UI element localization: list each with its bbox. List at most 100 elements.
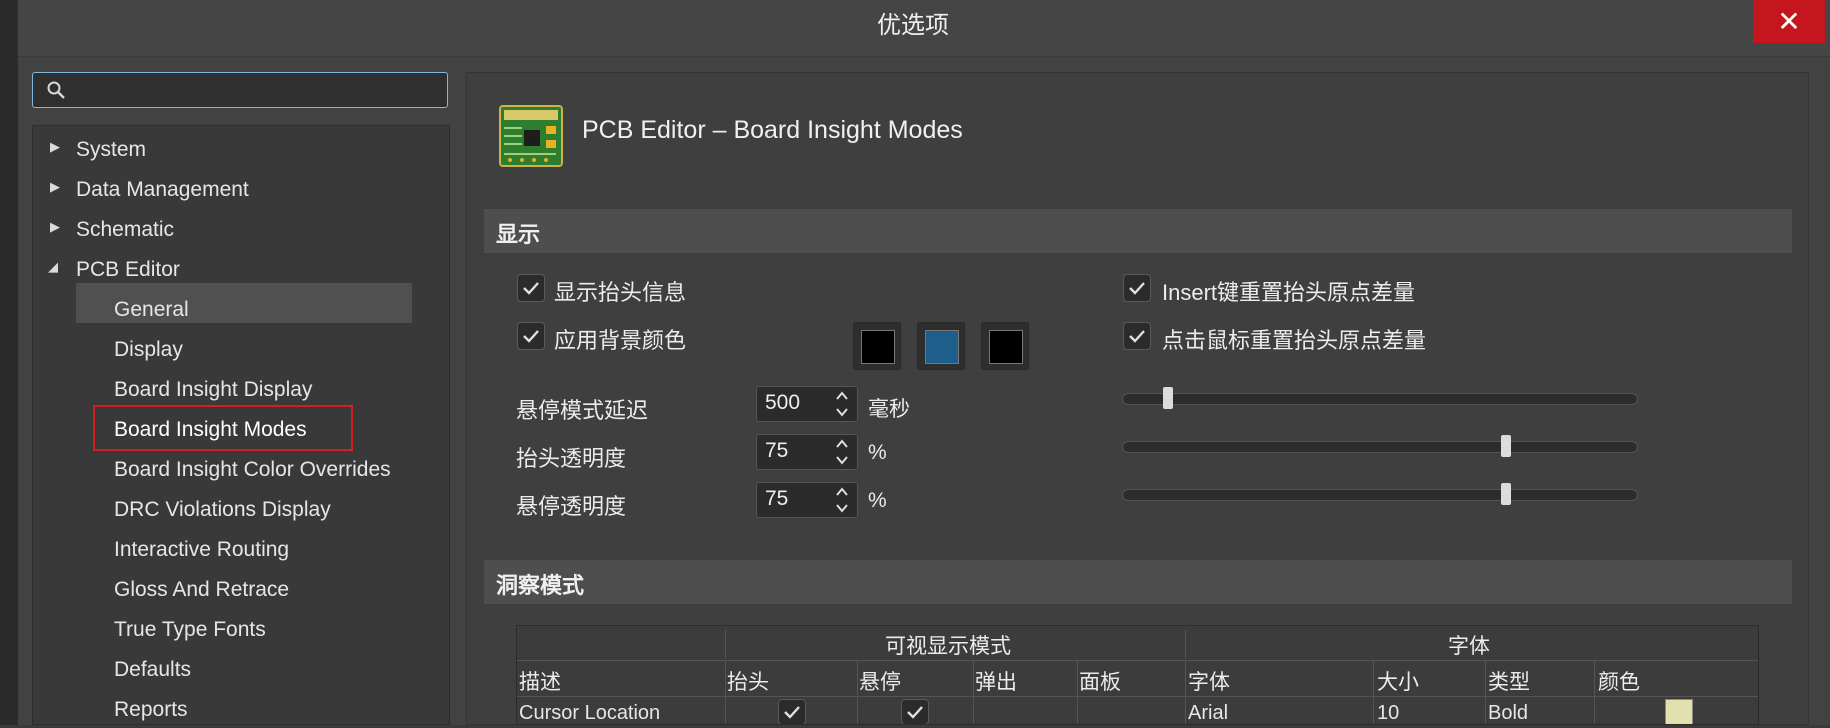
color-swatch-1[interactable] [853, 322, 901, 370]
tree-item-interactive-routing[interactable]: Interactive Routing [114, 532, 289, 568]
heads-up-opacity-slider[interactable] [1122, 435, 1638, 457]
divider [517, 696, 1758, 697]
hover-delay-spinbox[interactable]: 500 [756, 386, 858, 422]
window-title: 优选项 [877, 12, 949, 39]
divider [1185, 630, 1186, 658]
check-icon [523, 330, 539, 343]
cell-description: Cursor Location [519, 702, 661, 724]
spin-arrows-icon[interactable] [835, 485, 849, 515]
show-heads-up-checkbox[interactable] [517, 274, 545, 302]
insert-reset-checkbox[interactable] [1123, 274, 1151, 302]
swatch-color [989, 330, 1023, 364]
close-icon: ✕ [1777, 6, 1801, 37]
section-header-display: 显示 [484, 209, 1792, 253]
tree-item-defaults[interactable]: Defaults [114, 652, 191, 688]
column-header[interactable]: 悬停 [859, 666, 901, 696]
heads-up-opacity-spinbox[interactable]: 75 [756, 434, 858, 470]
cell-size: 10 [1377, 702, 1400, 724]
slider-handle[interactable] [1501, 483, 1511, 505]
divider [1185, 660, 1186, 724]
heads-up-opacity-label: 抬头透明度 [516, 446, 627, 471]
slider-handle[interactable] [1501, 435, 1511, 457]
insert-reset-label: Insert键重置抬头原点差量 [1162, 280, 1416, 305]
hover-opacity-spinbox[interactable]: 75 [756, 482, 858, 518]
spin-arrows-icon[interactable] [835, 389, 849, 419]
divider [973, 660, 974, 724]
heads-up-opacity-unit: % [868, 441, 887, 464]
tree-item-display[interactable]: Display [114, 332, 183, 368]
search-box[interactable] [32, 72, 448, 108]
divider [725, 660, 726, 724]
search-input[interactable] [77, 77, 441, 105]
title-bar: 优选项 [18, 0, 1830, 57]
spin-value: 75 [765, 487, 789, 510]
tree-item-board-insight-modes[interactable]: Board Insight Modes [114, 412, 307, 448]
slider-handle[interactable] [1163, 387, 1173, 409]
tree-item-true-type-fonts[interactable]: True Type Fonts [114, 612, 266, 648]
check-icon [907, 706, 923, 719]
section-title: 显示 [496, 222, 541, 247]
divider [1594, 660, 1595, 724]
color-swatch-2[interactable] [917, 322, 965, 370]
tree-item-system[interactable]: System [76, 132, 146, 168]
swatch-color [861, 330, 895, 364]
column-header[interactable]: 描述 [519, 666, 561, 696]
tree-item-drc-violations-display[interactable]: DRC Violations Display [114, 492, 331, 528]
column-header[interactable]: 字体 [1188, 666, 1230, 696]
cell-style: Bold [1488, 702, 1529, 724]
divider [1485, 660, 1486, 724]
cell-color-swatch[interactable] [1665, 699, 1693, 724]
tree-item-general[interactable]: General [114, 292, 189, 328]
spin-value: 500 [765, 391, 801, 414]
spin-arrows-icon[interactable] [835, 437, 849, 467]
spin-value: 75 [765, 439, 789, 462]
check-icon [1129, 282, 1145, 295]
tree-item-board-insight-display[interactable]: Board Insight Display [114, 372, 312, 408]
hover-opacity-label: 悬停透明度 [516, 494, 627, 519]
check-icon [784, 706, 800, 719]
heads-up-checkbox[interactable] [778, 699, 806, 724]
click-reset-label: 点击鼠标重置抬头原点差量 [1162, 328, 1427, 353]
pcb-board-icon [499, 105, 563, 167]
expand-arrow-icon[interactable]: ▶ [50, 139, 60, 155]
column-header[interactable]: 大小 [1377, 666, 1419, 696]
tree-item-board-insight-color-overrides[interactable]: Board Insight Color Overrides [114, 452, 391, 488]
click-reset-checkbox[interactable] [1123, 322, 1151, 350]
show-heads-up-label: 显示抬头信息 [554, 280, 687, 305]
color-swatch-3[interactable] [981, 322, 1029, 370]
expand-arrow-icon[interactable]: ▶ [50, 179, 60, 195]
background-window-edge [0, 0, 18, 725]
check-icon [1129, 330, 1145, 343]
check-icon [523, 282, 539, 295]
divider [1077, 660, 1078, 724]
hover-checkbox[interactable] [901, 699, 929, 724]
search-icon [47, 81, 65, 99]
insight-modes-table: 可视显示模式 字体 描述 抬头 悬停 弹出 面板 字体 大小 类型 颜色 Cur… [516, 625, 1759, 725]
group-header-visible-modes: 可视显示模式 [885, 635, 1011, 658]
collapse-arrow-icon[interactable]: ◢ [48, 259, 58, 275]
column-header[interactable]: 类型 [1488, 666, 1530, 696]
tree-item-schematic[interactable]: Schematic [76, 212, 174, 248]
hover-delay-slider[interactable] [1122, 387, 1638, 409]
apply-bg-color-label: 应用背景颜色 [554, 328, 687, 353]
section-title: 洞察模式 [496, 573, 585, 598]
column-header[interactable]: 抬头 [727, 666, 769, 696]
page-title: PCB Editor – Board Insight Modes [582, 116, 963, 144]
close-button[interactable]: ✕ [1753, 0, 1825, 43]
column-header[interactable]: 颜色 [1598, 666, 1640, 696]
hover-opacity-slider[interactable] [1122, 483, 1638, 505]
divider [517, 660, 1758, 661]
tree-item-reports[interactable]: Reports [114, 692, 188, 728]
hover-opacity-unit: % [868, 489, 887, 512]
swatch-color [925, 330, 959, 364]
tree-item-data-management[interactable]: Data Management [76, 172, 249, 208]
hover-delay-label: 悬停模式延迟 [516, 398, 649, 423]
expand-arrow-icon[interactable]: ▶ [50, 219, 60, 235]
column-header[interactable]: 面板 [1079, 666, 1121, 696]
tree-item-gloss-and-retrace[interactable]: Gloss And Retrace [114, 572, 289, 608]
apply-bg-color-checkbox[interactable] [517, 322, 545, 350]
section-header-insight-modes: 洞察模式 [484, 560, 1792, 604]
cell-font: Arial [1188, 702, 1229, 724]
divider [1373, 660, 1374, 724]
column-header[interactable]: 弹出 [975, 666, 1017, 696]
